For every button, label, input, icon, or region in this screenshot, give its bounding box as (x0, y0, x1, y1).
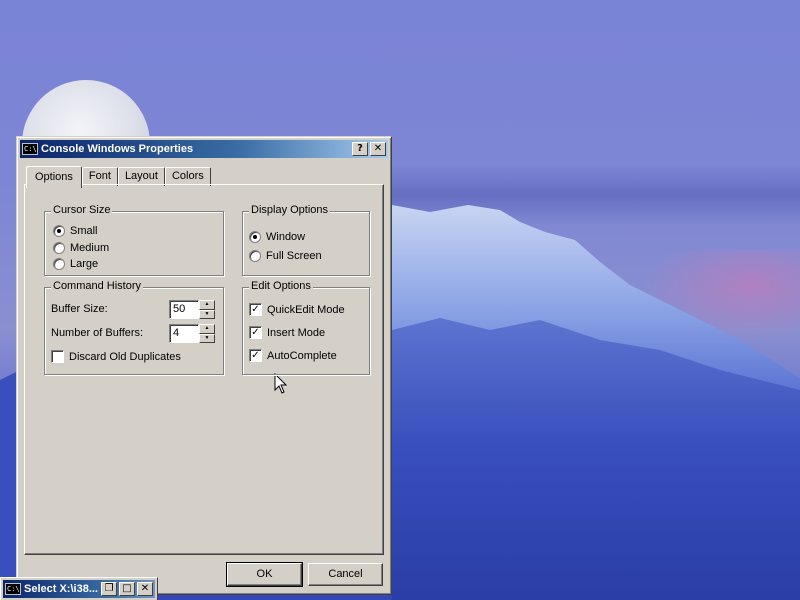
radio-large[interactable]: Large (53, 258, 98, 270)
edit-options-group: Edit Options ✓ QuickEdit Mode ✓ Insert M… (242, 280, 370, 375)
radio-window[interactable]: Window (249, 231, 305, 243)
quickedit-mode-label: QuickEdit Mode (267, 303, 345, 316)
cursor-size-group: Cursor Size Small Medium Large (44, 204, 224, 276)
close-button[interactable]: ✕ (370, 142, 386, 156)
radio-medium-label: Medium (70, 242, 110, 254)
radio-large-label: Large (70, 258, 99, 270)
console-app-icon: C:\ (22, 143, 38, 155)
number-of-buffers-input[interactable]: 4 (169, 324, 199, 343)
autocomplete-label: AutoComplete (267, 349, 337, 362)
console-app-icon: C:\ (5, 583, 21, 595)
buffer-size-label: Buffer Size: (51, 303, 108, 315)
quickedit-mode[interactable]: ✓ QuickEdit Mode (249, 303, 345, 316)
close-icon[interactable]: ✕ (137, 582, 153, 596)
number-of-buffers-spinner[interactable]: 4 ▲ ▼ (169, 324, 215, 343)
insert-mode-checkbox[interactable]: ✓ (249, 326, 262, 339)
radio-large-indicator[interactable] (53, 258, 65, 270)
cursor-size-legend: Cursor Size (51, 204, 113, 216)
dialog-title: Console Windows Properties (41, 143, 194, 155)
radio-small[interactable]: Small (53, 225, 98, 237)
number-of-buffers-down-arrow-icon[interactable]: ▼ (199, 333, 215, 343)
radio-small-indicator[interactable] (53, 225, 65, 237)
minimized-title-bar[interactable]: C:\ Select X:\i38... ❐ □ ✕ (3, 580, 155, 598)
help-button[interactable]: ? (352, 142, 368, 156)
command-history-legend: Command History (51, 280, 144, 292)
ok-button[interactable]: OK (226, 562, 303, 587)
radio-medium-indicator[interactable] (53, 242, 65, 254)
autocomplete[interactable]: ✓ AutoComplete (249, 349, 337, 362)
radio-full-screen[interactable]: Full Screen (249, 250, 322, 262)
minimized-console-window[interactable]: C:\ Select X:\i38... ❐ □ ✕ (0, 577, 158, 600)
number-of-buffers-up-arrow-icon[interactable]: ▲ (199, 324, 215, 334)
console-properties-dialog: C:\ Console Windows Properties ? ✕ Optio… (16, 136, 392, 595)
discard-old-duplicates-checkbox[interactable] (51, 350, 64, 363)
maximize-icon[interactable]: □ (119, 582, 135, 596)
autocomplete-checkbox[interactable]: ✓ (249, 349, 262, 362)
buffer-size-input[interactable]: 50 (169, 300, 199, 319)
buffer-size-down-arrow-icon[interactable]: ▼ (199, 309, 215, 319)
title-bar[interactable]: C:\ Console Windows Properties ? ✕ (20, 140, 388, 158)
radio-medium[interactable]: Medium (53, 242, 109, 254)
buffer-size-up-arrow-icon[interactable]: ▲ (199, 300, 215, 310)
discard-old-duplicates-label: Discard Old Duplicates (69, 350, 181, 363)
cancel-button[interactable]: Cancel (308, 563, 383, 586)
radio-window-label: Window (266, 231, 306, 243)
tab-options[interactable]: Options (26, 166, 82, 188)
radio-small-label: Small (70, 225, 98, 237)
minimized-window-title: Select X:\i38... (24, 583, 98, 595)
number-of-buffers-label: Number of Buffers: (51, 327, 144, 339)
buffer-size-spinner[interactable]: 50 ▲ ▼ (169, 300, 215, 319)
insert-mode[interactable]: ✓ Insert Mode (249, 326, 325, 339)
radio-full-screen-indicator[interactable] (249, 250, 261, 262)
options-tab-panel: Cursor Size Small Medium Large Display O… (24, 184, 384, 555)
discard-old-duplicates[interactable]: Discard Old Duplicates (51, 350, 181, 363)
radio-full-screen-label: Full Screen (266, 250, 322, 262)
display-options-legend: Display Options (249, 204, 331, 216)
radio-window-indicator[interactable] (249, 231, 261, 243)
display-options-group: Display Options Window Full Screen (242, 204, 370, 276)
insert-mode-label: Insert Mode (267, 326, 326, 339)
command-history-group: Command History Buffer Size: 50 ▲ ▼ Numb… (44, 280, 224, 375)
restore-icon[interactable]: ❐ (101, 582, 117, 596)
quickedit-mode-checkbox[interactable]: ✓ (249, 303, 262, 316)
edit-options-legend: Edit Options (249, 280, 313, 292)
tab-strip: Options Font Layout Colors (26, 164, 211, 188)
